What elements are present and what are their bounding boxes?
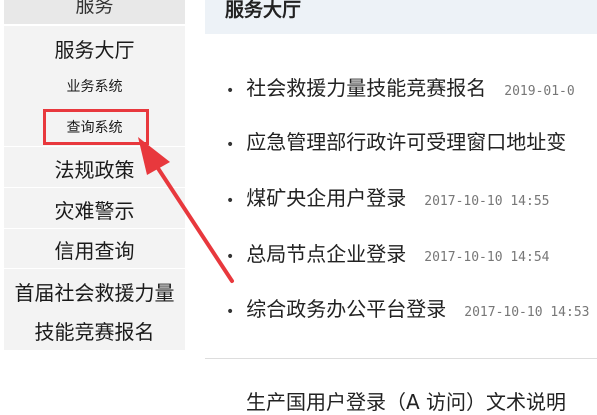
list-item[interactable]: • 综合政务办公平台登录 2017-10-10 14:53 [226,293,590,323]
sidebar-item-business-system[interactable]: 业务系统 [4,76,185,96]
sidebar-item-rescue-contest-line1[interactable]: 首届社会救援力量 [4,277,185,306]
news-title[interactable]: 社会救援力量技能竞赛报名 [246,72,486,101]
highlight-box [43,109,149,145]
news-date: 2019-01-0 [504,84,575,99]
divider [4,25,185,26]
list-item[interactable]: • 应急管理部行政许可受理窗口地址变 [226,126,584,156]
divider [4,228,185,229]
sidebar-header-label: 服务 [75,0,114,17]
list-item[interactable]: • 总局节点企业登录 2017-10-10 14:54 [226,238,550,268]
bullet-icon: • [226,83,235,99]
bullet-icon: • [226,304,235,320]
page-title: 服务大厅 [225,0,302,21]
divider [4,268,185,269]
sidebar-header: 服务 [4,0,185,25]
list-item[interactable]: • 社会救援力量技能竞赛报名 2019-01-0 [226,72,575,102]
news-title[interactable]: 总局节点企业登录 [246,238,406,267]
news-date: 2017-10-10 14:55 [424,194,550,209]
news-title[interactable]: 煤矿央企用户登录 [246,182,406,211]
news-date: 2017-10-10 14:54 [424,250,550,265]
divider [4,187,185,188]
sidebar-item-service-hall[interactable]: 服务大厅 [4,34,185,63]
news-title[interactable]: 应急管理部行政许可受理窗口地址变 [246,126,566,155]
news-date: 2017-10-10 14:53 [464,305,590,320]
sidebar-item-rescue-contest-line2[interactable]: 技能竞赛报名 [4,316,185,345]
sidebar-item-credit-query[interactable]: 信用查询 [4,235,185,264]
bullet-icon: • [226,193,235,209]
sidebar: 服务 服务大厅 业务系统 查询系统 法规政策 灾难警示 信用查询 首届社会救援力… [4,0,185,350]
divider [205,358,597,359]
bullet-icon: • [226,249,235,265]
sidebar-item-disaster-warning[interactable]: 灾难警示 [4,195,185,224]
cut-off-list-item[interactable]: 生产国用户登录（A 访问）文术说明 [246,386,566,415]
list-item[interactable]: • 煤矿央企用户登录 2017-10-10 14:55 [226,182,550,212]
bullet-icon: • [226,137,235,153]
divider [4,146,185,147]
sidebar-item-regulations[interactable]: 法规政策 [4,154,185,183]
page-header: 服务大厅 [205,0,597,34]
news-title[interactable]: 综合政务办公平台登录 [246,293,446,322]
